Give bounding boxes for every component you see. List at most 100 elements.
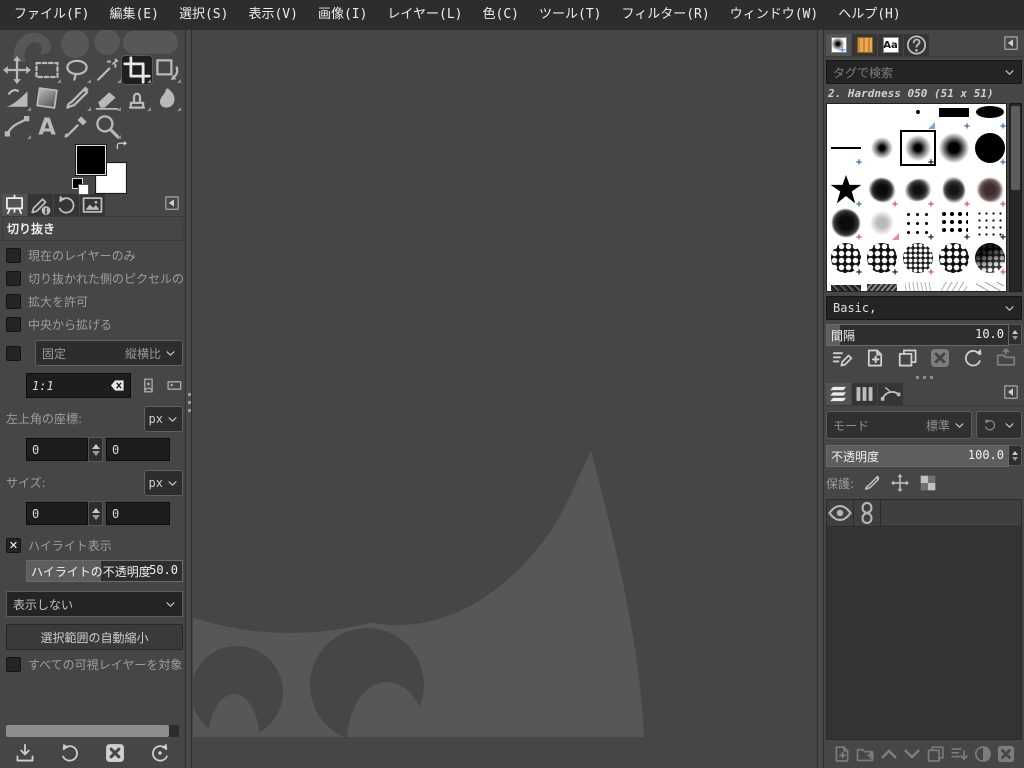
delete-layer-button[interactable] [996,744,1016,764]
menu-item[interactable]: 選択(S) [169,0,238,30]
save-settings-button[interactable] [14,742,36,764]
brush-spacing-slider[interactable]: 間隔 10.0 [826,324,1009,346]
brush-thumbnail[interactable]: + [828,240,864,278]
tab-paths[interactable] [878,383,903,405]
clear-entry-icon[interactable] [110,378,125,393]
tool-clone[interactable] [122,84,152,112]
add-layer-mask-button[interactable] [973,744,993,764]
tool-zoom[interactable] [92,112,122,140]
tab-channels[interactable] [852,383,877,405]
menu-item[interactable]: フィルター(R) [611,0,719,30]
checkbox[interactable] [6,316,21,332]
duplicate-brush-button[interactable] [897,347,919,369]
checkbox[interactable] [6,293,21,309]
brush-thumbnail[interactable] [864,205,900,241]
menu-item[interactable]: 表示(V) [238,0,307,30]
brush-thumbnail[interactable]: + [936,205,972,243]
open-brush-as-image-button[interactable] [995,347,1017,369]
link-chain-icon[interactable] [854,500,881,526]
brush-thumbnail[interactable]: + [900,172,936,210]
layer-list[interactable] [826,499,1022,740]
opacity-spinner[interactable] [1009,445,1022,466]
tab-images[interactable] [80,194,105,216]
brush-thumbnail[interactable]: + [936,104,972,132]
tool-text[interactable]: A [32,112,62,140]
brush-thumbnail[interactable] [936,240,972,276]
visibility-eye-icon[interactable] [827,500,854,526]
tool-paths[interactable] [2,112,32,140]
tool-options-hscrollbar[interactable] [6,725,179,737]
all-visible-layers-checkbox[interactable] [6,656,21,672]
reset-defaults-button[interactable] [149,742,171,764]
collapse-dock-icon[interactable] [1004,385,1018,399]
brush-scrollbar[interactable] [1009,103,1022,292]
tab-brushes[interactable] [826,34,851,56]
brush-thumbnail[interactable]: + [972,104,1006,132]
default-colors-icon[interactable] [72,178,89,195]
menu-item[interactable]: レイヤー(L) [377,0,472,30]
tab-tool-options[interactable] [2,194,27,216]
landscape-orientation-button[interactable] [166,377,183,394]
brush-thumbnail[interactable]: + [900,130,936,168]
tab-layers[interactable] [826,383,851,405]
tool-bucket-fill[interactable] [2,84,32,112]
tool-fuzzy-select[interactable] [92,56,122,84]
brush-thumbnail[interactable]: + [936,172,972,210]
collapse-dock-icon[interactable] [1004,36,1018,50]
fixed-checkbox[interactable] [6,345,21,361]
tool-unified-transform[interactable] [152,56,182,84]
brush-thumbnail[interactable]: + [828,130,864,168]
lock-pixels-icon[interactable] [862,474,882,492]
merge-layer-button[interactable] [949,744,969,764]
fg-bg-color-widget[interactable] [70,140,132,202]
new-layer-button[interactable] [832,744,852,764]
brush-grid[interactable]: + + + + + + + + + + + + + + + + + + [826,103,1007,292]
brush-thumbnail[interactable] [900,104,936,130]
menu-item[interactable]: ウィンドウ(W) [720,0,828,30]
size-height-input[interactable] [106,502,170,525]
size-unit-combo[interactable]: px [143,470,183,496]
left-splitter[interactable] [185,30,192,768]
brush-thumbnail[interactable]: + [972,130,1006,168]
portrait-orientation-button[interactable] [140,377,157,394]
right-splitter[interactable] [817,30,824,768]
brush-thumbnail[interactable]: + [972,205,1006,243]
guides-combo[interactable]: 表示しない [6,591,183,617]
tool-crop[interactable] [121,55,153,85]
dock-splitter-handle[interactable] [826,373,1022,381]
tool-move[interactable] [2,56,32,84]
position-y-input[interactable] [106,438,170,461]
brush-thumbnail[interactable] [864,275,900,291]
tool-smudge[interactable] [152,84,182,112]
menu-item[interactable]: ファイル(F) [4,0,99,30]
tool-rectangle-select[interactable] [32,56,62,84]
menu-item[interactable]: 画像(I) [308,0,377,30]
delete-brush-button[interactable] [929,347,951,369]
tool-color-picker[interactable] [62,112,92,140]
spacing-spinner[interactable] [1009,324,1022,345]
raise-layer-button[interactable] [879,744,899,764]
brush-thumbnail[interactable]: + [972,240,1006,278]
tab-fonts[interactable]: Aa [878,34,903,56]
highlight-opacity-slider[interactable]: ハイライトの不透明度 50.0 [26,560,183,582]
menu-item[interactable]: 色(C) [473,0,529,30]
restore-settings-button[interactable] [59,742,81,764]
tab-help[interactable] [904,34,929,56]
edit-brush-button[interactable] [831,347,853,369]
swap-colors-icon[interactable] [114,140,129,155]
brush-thumbnail[interactable]: + [828,205,864,243]
menu-item[interactable]: ツール(T) [529,0,611,30]
brush-thumbnail[interactable]: + [828,172,864,210]
tool-gradient[interactable] [32,84,62,112]
brush-thumbnail[interactable] [972,275,1006,291]
brush-thumbnail[interactable]: + [972,172,1006,210]
auto-shrink-button[interactable]: 選択範囲の自動縮小 [6,624,183,650]
tool-paintbrush[interactable] [62,84,92,112]
lock-position-icon[interactable] [890,474,910,492]
tab-device-status[interactable] [28,194,53,216]
highlight-checkbox[interactable] [6,537,21,553]
menu-item[interactable]: ヘルプ(H) [828,0,910,30]
brush-thumbnail[interactable]: + [864,172,900,210]
brush-thumbnail[interactable]: + [864,240,900,278]
duplicate-layer-button[interactable] [926,744,946,764]
